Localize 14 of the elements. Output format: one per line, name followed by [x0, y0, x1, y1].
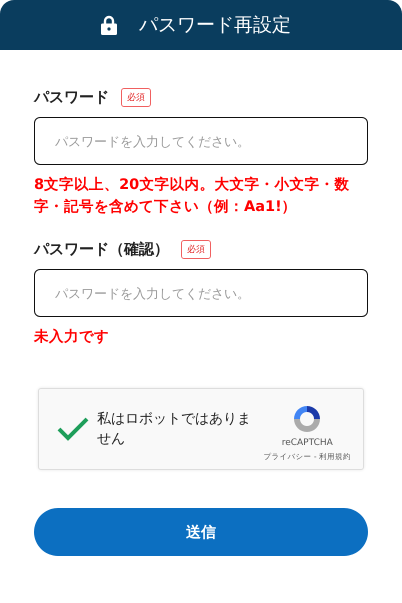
recaptcha-brand: reCAPTCHA	[282, 438, 333, 448]
required-badge: 必須	[181, 240, 211, 259]
field-label: パスワード	[34, 88, 109, 107]
field-label: パスワード（確認）	[34, 240, 169, 259]
password-field[interactable]: パスワードを入力してください。	[34, 117, 368, 165]
page-title: パスワード再設定	[139, 13, 291, 38]
checkmark-icon[interactable]	[57, 417, 89, 441]
lock-icon	[101, 15, 117, 35]
error-message: 未入力です	[34, 328, 110, 347]
submit-button[interactable]: 送信	[34, 508, 368, 556]
captcha-label: 私はロボットではありません	[97, 410, 252, 449]
error-message: 8文字以上、20文字以内。大文字・小文字・数字・記号を含めて下さい（例：Aa1!）	[34, 175, 350, 217]
password-field[interactable]: パスワードを入力してください。	[34, 269, 368, 317]
required-badge: 必須	[121, 88, 151, 107]
